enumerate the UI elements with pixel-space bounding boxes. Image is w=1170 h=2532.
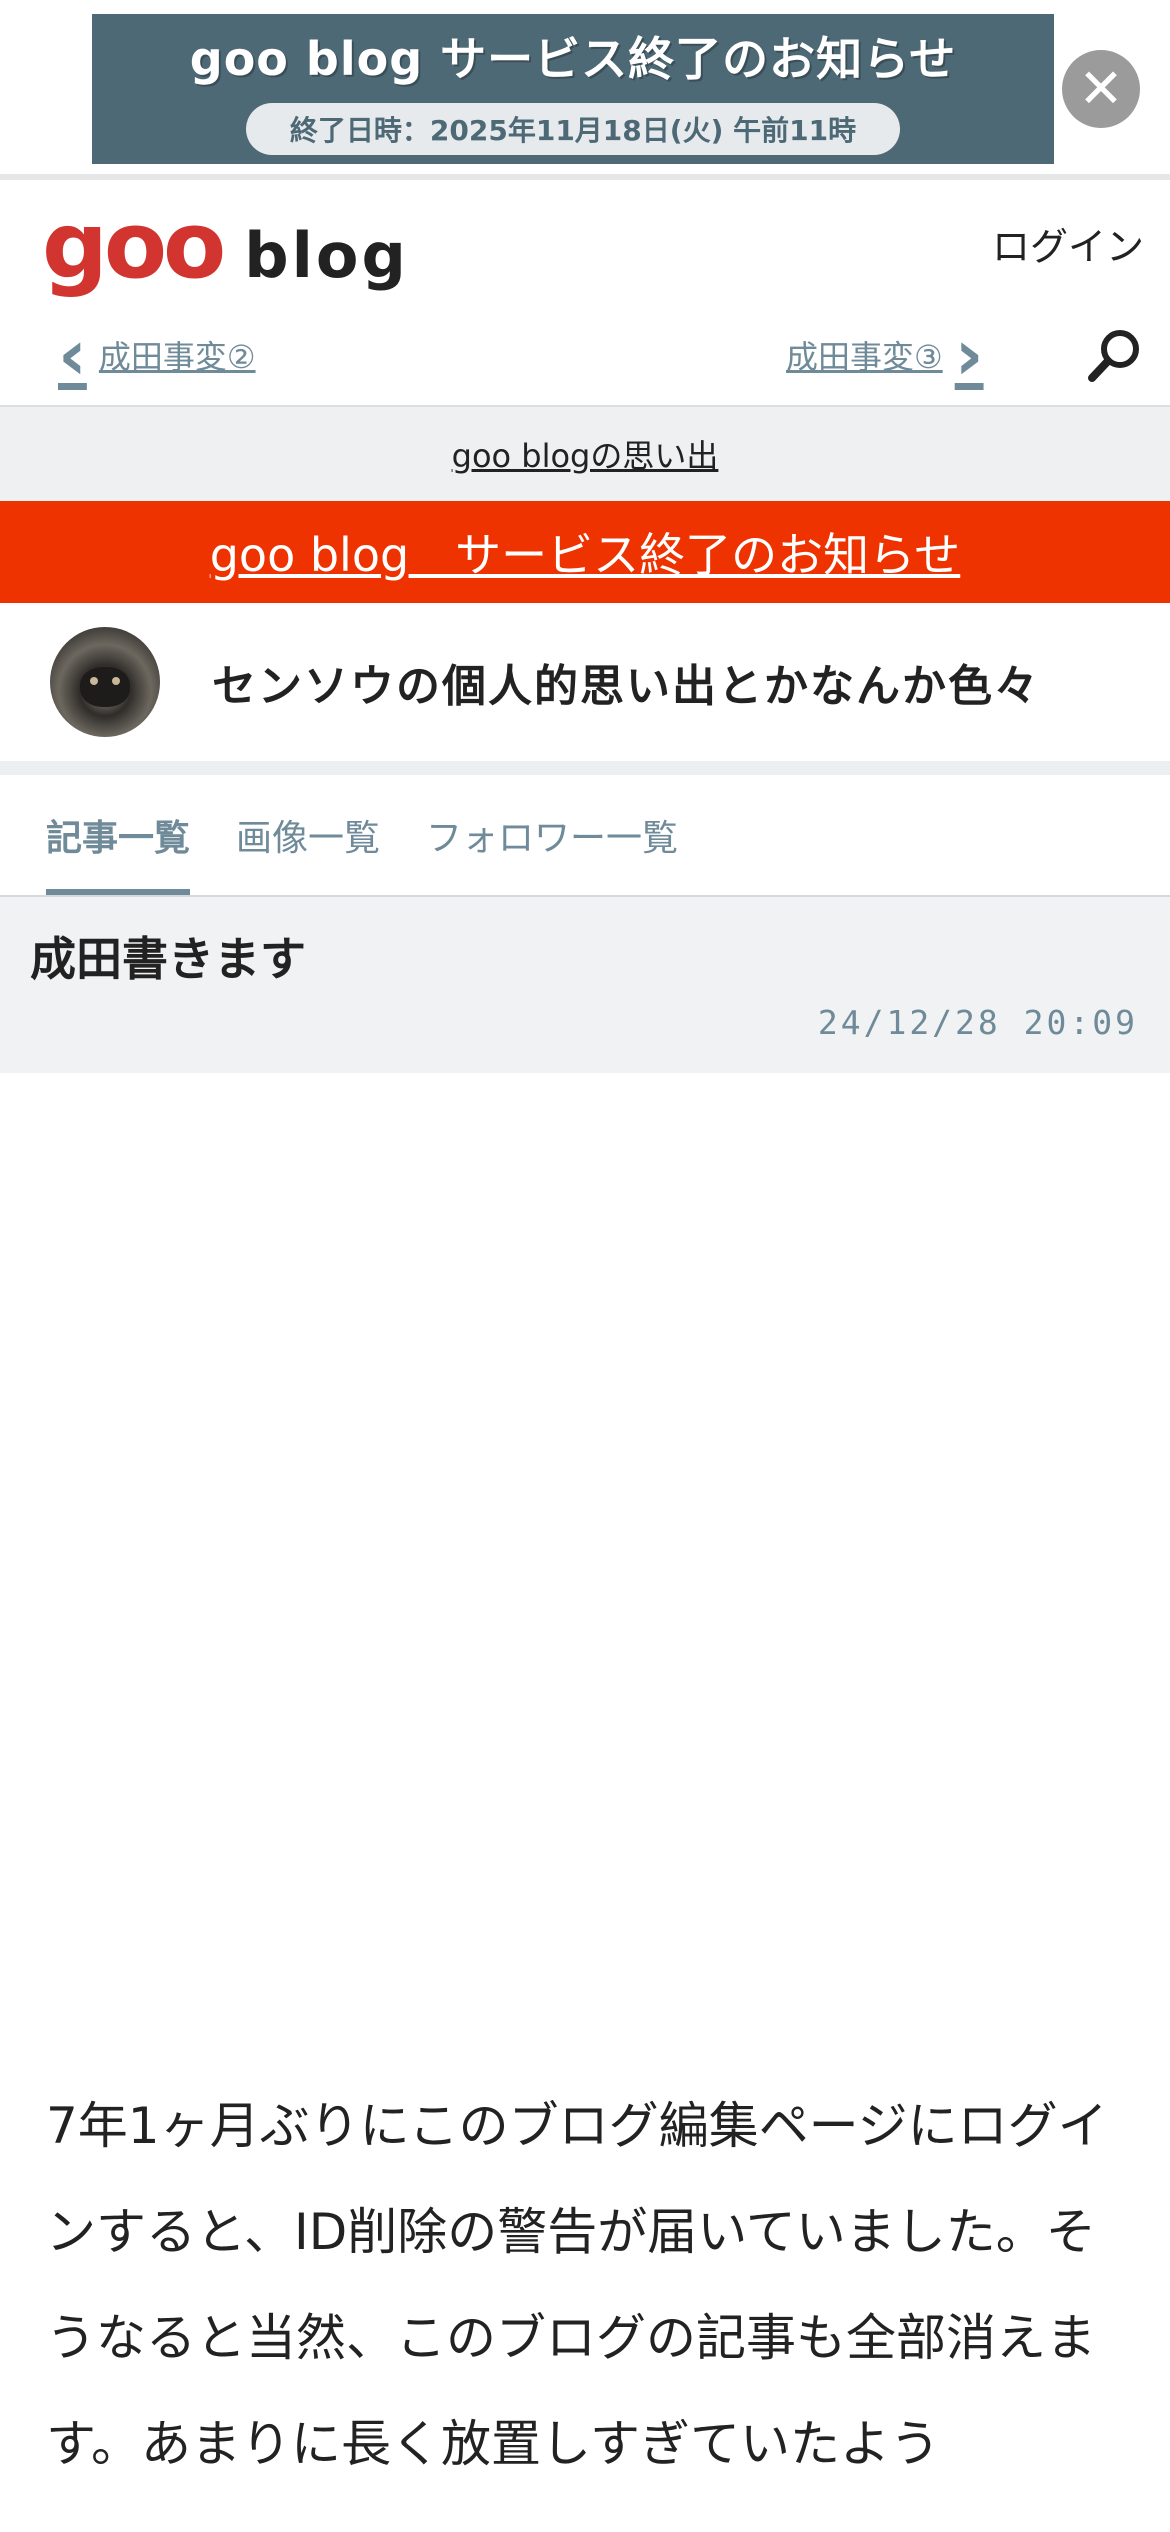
banner-title: goo blog サービス終了のお知らせ [189,32,957,86]
avatar[interactable] [50,627,160,737]
chevron-right-icon: › [954,314,984,396]
blog-tabs: 記事一覧 画像一覧 フォロワー一覧 [0,775,1170,897]
close-icon[interactable]: ✕ [1062,50,1140,128]
article-header: 成田書きます 24/12/28 20:09 [0,897,1170,1073]
article-title: 成田書きます [30,932,306,986]
site-header: goo blog ログイン ‹ 成田事変② 成田事変③ › [0,180,1170,405]
prev-post-label: 成田事変② [98,338,256,376]
service-end-banner-image[interactable]: goo blog サービス終了のお知らせ 終了日時：2025年11月18日(火)… [92,14,1054,164]
next-post-label: 成田事変③ [786,338,943,376]
logo-goo-text: goo [42,192,226,299]
memories-link[interactable]: goo blogの思い出 [452,431,719,477]
goo-blog-logo[interactable]: goo blog [42,192,409,299]
service-end-notice-link[interactable]: goo blog サービス終了のお知らせ [210,519,961,585]
search-icon[interactable] [1086,326,1144,384]
banner-subtitle: 終了日時：2025年11月18日(火) 午前11時 [245,103,901,155]
chevron-left-icon: ‹ [58,314,87,396]
blog-header: センソウの個人的思い出とかなんか色々 [0,603,1170,775]
memories-strip: goo blogの思い出 [0,405,1170,501]
article-date: 24/12/28 20:09 [817,1003,1138,1042]
tab-articles[interactable]: 記事一覧 [46,809,191,895]
logo-blog-text: blog [244,219,409,292]
service-end-notice: goo blog サービス終了のお知らせ [0,501,1170,603]
blog-title[interactable]: センソウの個人的思い出とかなんか色々 [212,650,1040,714]
article-text: 7年1ヶ月ぶりにこのブログ編集ページにログインすると、ID削除の警告が届いていま… [46,2097,1108,2473]
next-post-link[interactable]: 成田事変③ › [786,320,984,390]
service-end-banner[interactable]: goo blog サービス終了のお知らせ 終了日時：2025年11月18日(火)… [0,0,1170,180]
tab-images[interactable]: 画像一覧 [236,809,380,895]
article-body: 7年1ヶ月ぶりにこのブログ編集ページにログインすると、ID削除の警告が届いていま… [0,1073,1170,2532]
prev-post-link[interactable]: ‹ 成田事変② [58,320,256,390]
login-link[interactable]: ログイン [992,216,1144,271]
tab-followers[interactable]: フォロワー一覧 [426,809,678,895]
